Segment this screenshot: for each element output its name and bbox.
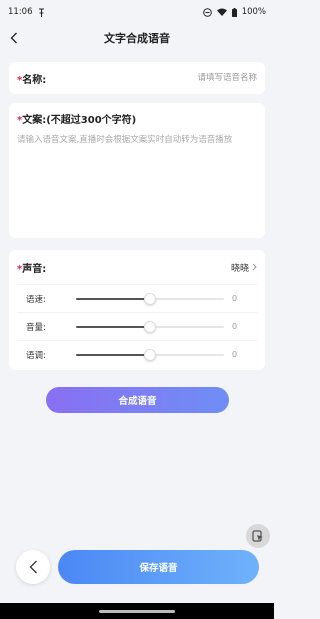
synthesize-button[interactable]: 合成语音 xyxy=(46,387,229,413)
save-button[interactable]: 保存语音 xyxy=(58,550,259,584)
status-bar: 11:06 100% xyxy=(0,0,274,24)
dnd-icon xyxy=(202,7,212,17)
slider-value: 0 xyxy=(232,322,238,331)
status-left: 11:06 xyxy=(8,7,45,17)
voice-selector[interactable]: *声音: 晓晓 xyxy=(17,250,257,284)
battery-level: 100% xyxy=(241,7,266,17)
pin-icon xyxy=(38,8,44,17)
voice-label: 声音: xyxy=(22,263,47,275)
status-time: 11:06 xyxy=(8,7,33,17)
chevron-right-icon xyxy=(252,263,257,271)
script-label-wrap: *文案:(不超过300个字符) xyxy=(17,111,257,126)
floating-button[interactable] xyxy=(246,524,270,548)
name-label: 名称: xyxy=(22,74,47,86)
script-textarea[interactable] xyxy=(17,133,257,223)
bottom-back-button[interactable] xyxy=(16,550,50,584)
chevron-left-icon xyxy=(10,32,17,44)
nav-bar: 文字合成语音 xyxy=(0,24,274,52)
slider-track-fill xyxy=(76,325,150,328)
slider-track-fill xyxy=(76,353,150,356)
slider-value: 0 xyxy=(232,350,238,359)
script-label: 文案:(不超过300个字符) xyxy=(22,115,137,126)
home-indicator[interactable] xyxy=(99,610,175,613)
slider-label: 音量: xyxy=(26,322,46,333)
slider-track-fill xyxy=(76,297,150,300)
slider-label: 语速: xyxy=(26,294,46,305)
slider-value: 0 xyxy=(232,294,238,303)
name-label-wrap: *名称: xyxy=(17,71,46,86)
voice-value[interactable]: 晓晓 xyxy=(231,261,257,274)
system-nav-bar xyxy=(0,603,274,619)
chevron-left-icon xyxy=(29,560,37,574)
volume-slider[interactable] xyxy=(76,320,224,334)
speed-slider[interactable] xyxy=(76,292,224,306)
wifi-icon xyxy=(216,8,227,16)
slider-knob[interactable] xyxy=(144,320,156,333)
voice-label-wrap: *声音: xyxy=(17,260,46,275)
slider-row-pitch: 语调: 0 xyxy=(17,340,257,368)
slider-label: 语调: xyxy=(26,350,46,361)
name-input[interactable] xyxy=(127,73,257,83)
voice-selected: 晓晓 xyxy=(230,263,249,274)
slider-row-volume: 音量: 0 xyxy=(17,312,257,340)
app-switch-icon xyxy=(252,530,263,542)
slider-knob[interactable] xyxy=(144,348,156,361)
pitch-slider[interactable] xyxy=(76,348,224,362)
slider-row-speed: 语速: 0 xyxy=(17,284,257,312)
status-right: 100% xyxy=(202,7,266,17)
back-button[interactable] xyxy=(7,30,21,46)
battery-icon xyxy=(231,7,237,17)
slider-knob[interactable] xyxy=(144,292,156,305)
page-title: 文字合成语音 xyxy=(104,32,170,45)
voice-card: *声音: 晓晓 语速: 0 音量: 0 语调: 0 xyxy=(9,250,265,370)
script-card: *文案:(不超过300个字符) xyxy=(9,103,265,238)
name-card: *名称: xyxy=(9,62,265,94)
